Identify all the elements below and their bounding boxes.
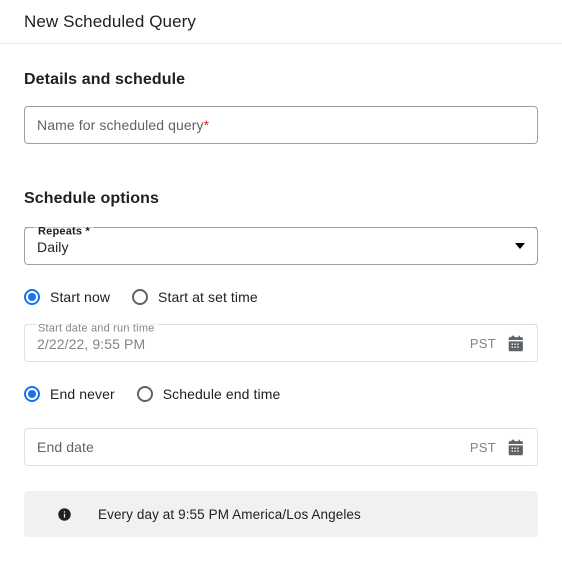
notch-lead	[25, 324, 34, 325]
notch-tail	[93, 227, 537, 228]
required-asterisk: *	[203, 117, 210, 133]
radio-option-start-at-set-time[interactable]: Start at set time	[132, 289, 258, 305]
dialog-header: New Scheduled Query	[0, 0, 562, 44]
end-time-radio-group: End never Schedule end time	[24, 386, 538, 402]
radio-label-end-never: End never	[50, 386, 115, 402]
schedule-section-heading: Schedule options	[24, 190, 159, 207]
radio-option-end-never[interactable]: End never	[24, 386, 115, 402]
start-date-label: Start date and run time	[34, 323, 159, 334]
details-section-heading: Details and schedule	[24, 71, 186, 88]
scheduled-query-name-input[interactable]: Name for scheduled query*	[24, 106, 538, 144]
end-date-timezone-label: PST	[469, 439, 496, 455]
repeats-label: Repeats *	[34, 226, 94, 237]
schedule-summary-banner: Every day at 9:55 PM America/Los Angeles	[24, 491, 538, 537]
scheduled-query-name-placeholder: Name for scheduled query*	[37, 117, 209, 133]
scheduled-query-name-placeholder-text: Name for scheduled query	[37, 117, 204, 133]
notch-tail	[158, 324, 537, 325]
radio-indicator-start-now[interactable]	[24, 289, 40, 305]
radio-option-start-now[interactable]: Start now	[24, 289, 110, 305]
start-date-outline-notch: Start date and run time	[25, 323, 537, 334]
notch-lead	[25, 227, 34, 228]
end-date-input[interactable]: End date PST	[24, 428, 538, 466]
radio-indicator-start-at-set-time[interactable]	[132, 289, 149, 305]
start-date-timezone-label: PST	[469, 335, 496, 351]
radio-label-start-now: Start now	[50, 289, 111, 305]
repeats-selected-value: Daily	[37, 239, 69, 255]
radio-label-schedule-end-time: Schedule end time	[162, 386, 281, 402]
page-title: New Scheduled Query	[24, 11, 196, 31]
info-icon	[57, 507, 72, 522]
radio-indicator-schedule-end-time[interactable]	[136, 386, 153, 402]
chevron-down-icon[interactable]	[515, 243, 525, 249]
radio-label-start-at-set-time: Start at set time	[158, 289, 258, 305]
repeats-select[interactable]: Repeats * Daily	[24, 226, 538, 265]
calendar-icon[interactable]	[508, 335, 525, 352]
dialog-body: Details and schedule Name for scheduled …	[0, 71, 562, 537]
start-date-and-run-time-input[interactable]: Start date and run time 2/22/22, 9:55 PM…	[24, 323, 538, 362]
start-time-radio-group: Start now Start at set time	[24, 289, 538, 305]
radio-option-schedule-end-time[interactable]: Schedule end time	[136, 386, 281, 402]
start-date-value: 2/22/22, 9:55 PM	[37, 336, 146, 352]
calendar-icon[interactable]	[508, 439, 525, 456]
end-date-placeholder: End date	[37, 439, 94, 455]
radio-indicator-end-never[interactable]	[24, 386, 40, 402]
schedule-summary-text: Every day at 9:55 PM America/Los Angeles	[98, 506, 361, 522]
repeats-outline-notch: Repeats *	[25, 226, 537, 237]
